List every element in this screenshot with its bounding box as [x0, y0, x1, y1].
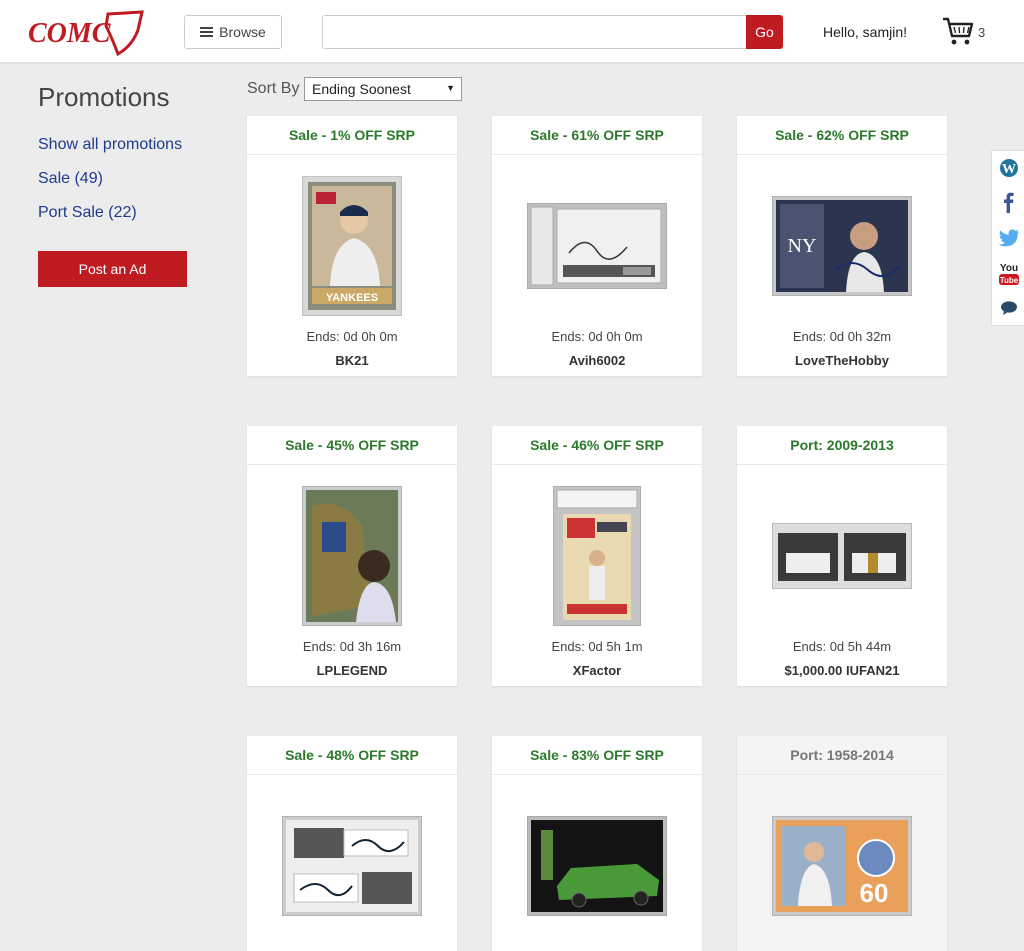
twitter-icon[interactable] [998, 227, 1020, 249]
post-ad-button[interactable]: Post an Ad [38, 251, 187, 287]
dropdown-arrow-icon: ▼ [446, 83, 455, 93]
page-title: Promotions [38, 82, 170, 112]
card-headline: Sale - 45% OFF SRP [247, 426, 457, 465]
card-headline: Port: 1958-2014 [737, 736, 947, 775]
sidebar-link-port-sale[interactable]: Port Sale (22) [38, 204, 137, 222]
dual-card-image[interactable] [772, 523, 912, 589]
sort-selected-value: Ending Soonest [312, 81, 411, 97]
card-seller[interactable]: Avih6002 [492, 353, 702, 368]
card-image[interactable] [492, 776, 702, 951]
card-seller[interactable]: BK21 [247, 353, 457, 368]
promotion-card[interactable]: Sale - 83% OFF SRP [492, 736, 702, 951]
card-ends: Ends: 0d 0h 0m [551, 329, 643, 344]
card-seller[interactable]: LoveTheHobby [737, 353, 947, 368]
comc-logo[interactable]: COMC [26, 8, 146, 56]
browse-button[interactable]: Browse [184, 15, 282, 49]
user-greeting[interactable]: Hello, samjin! [823, 24, 907, 40]
sidebar-link-show-all-promotions[interactable]: Show all promotions [38, 136, 182, 154]
racing-card-image[interactable] [527, 816, 667, 916]
promotion-card[interactable]: Sale - 46% OFF SRP Ends: 0d 5h 1m XFacto… [492, 426, 702, 686]
hamburger-icon [200, 27, 214, 37]
svg-text:60: 60 [860, 878, 889, 908]
youtube-label-bottom: Tube [1000, 276, 1019, 285]
card-image[interactable] [492, 156, 702, 336]
youtube-icon[interactable]: You Tube [998, 261, 1020, 287]
autograph-card-image[interactable]: NY [772, 196, 912, 296]
promotion-card[interactable]: Sale - 1% OFF SRP YANKEES Ends: 0d 0h 0m… [247, 116, 457, 376]
card-headline: Sale - 62% OFF SRP [737, 116, 947, 155]
card-headline: Port: 2009-2013 [737, 426, 947, 465]
baseball-card-image[interactable]: 60 [772, 816, 912, 916]
promotion-card[interactable]: Sale - 48% OFF SRP [247, 736, 457, 951]
card-headline: Sale - 1% OFF SRP [247, 116, 457, 155]
wordpress-icon[interactable]: W [998, 157, 1020, 179]
card-image[interactable] [737, 466, 947, 646]
dual-autograph-card-image[interactable] [282, 816, 422, 916]
card-image[interactable]: YANKEES [247, 156, 457, 336]
card-seller[interactable]: LPLEGEND [247, 663, 457, 678]
promotion-card[interactable]: Port: 2009-2013 Ends: 0d 5h 44m $1,000.0… [737, 426, 947, 686]
card-image[interactable] [492, 466, 702, 646]
card-seller[interactable]: $1,000.00 IUFAN21 [737, 663, 947, 678]
promotion-card[interactable]: Sale - 61% OFF SRP Ends: 0d 0h 0m Avih60… [492, 116, 702, 376]
card-headline: Sale - 61% OFF SRP [492, 116, 702, 155]
card-ends: Ends: 0d 0h 32m [792, 329, 892, 344]
promotion-card[interactable]: Sale - 62% OFF SRP NY Ends: 0d 0h 32m Lo… [737, 116, 947, 376]
card-ends: Ends: 0d 3h 16m [302, 639, 402, 654]
card-ends: Ends: 0d 5h 44m [792, 639, 892, 654]
social-share-bar: W You Tube [991, 150, 1024, 326]
card-headline: Sale - 46% OFF SRP [492, 426, 702, 465]
sidebar-link-sale[interactable]: Sale (49) [38, 170, 103, 188]
svg-text:W: W [1002, 162, 1016, 177]
browse-label: Browse [219, 24, 266, 40]
sort-label: Sort By [247, 80, 300, 97]
graded-card-image[interactable] [553, 486, 641, 626]
comment-icon[interactable] [998, 297, 1020, 319]
search-input[interactable] [322, 15, 747, 49]
logo-text: COMC [28, 18, 111, 49]
card-image[interactable]: 60 [737, 776, 947, 951]
baseball-card-image[interactable]: YANKEES [302, 176, 402, 316]
card-seller[interactable]: XFactor [492, 663, 702, 678]
search-go-button[interactable]: Go [746, 15, 783, 49]
cart-count[interactable]: 3 [978, 25, 985, 40]
youtube-label-top: You [1000, 263, 1018, 274]
card-ends: Ends: 0d 5h 1m [551, 639, 643, 654]
promotion-card[interactable]: Sale - 45% OFF SRP Ends: 0d 3h 16m LPLEG… [247, 426, 457, 686]
card-headline: Sale - 83% OFF SRP [492, 736, 702, 775]
facebook-icon[interactable] [998, 191, 1020, 213]
shopping-cart-icon[interactable] [942, 16, 974, 46]
sort-select[interactable]: Ending Soonest ▼ [304, 77, 462, 101]
football-card-image[interactable] [302, 486, 402, 626]
card-ends: Ends: 0d 0h 0m [306, 329, 398, 344]
svg-text:NY: NY [788, 235, 817, 257]
card-caption: YANKEES [326, 292, 378, 304]
card-image[interactable] [247, 466, 457, 646]
top-navigation-bar: COMC Browse Go Hello, samjin! 3 [0, 0, 1024, 63]
promotion-card[interactable]: Port: 1958-2014 60 [737, 736, 947, 951]
graded-card-image[interactable] [527, 203, 667, 289]
card-headline: Sale - 48% OFF SRP [247, 736, 457, 775]
card-image[interactable]: NY [737, 156, 947, 336]
card-image[interactable] [247, 776, 457, 951]
